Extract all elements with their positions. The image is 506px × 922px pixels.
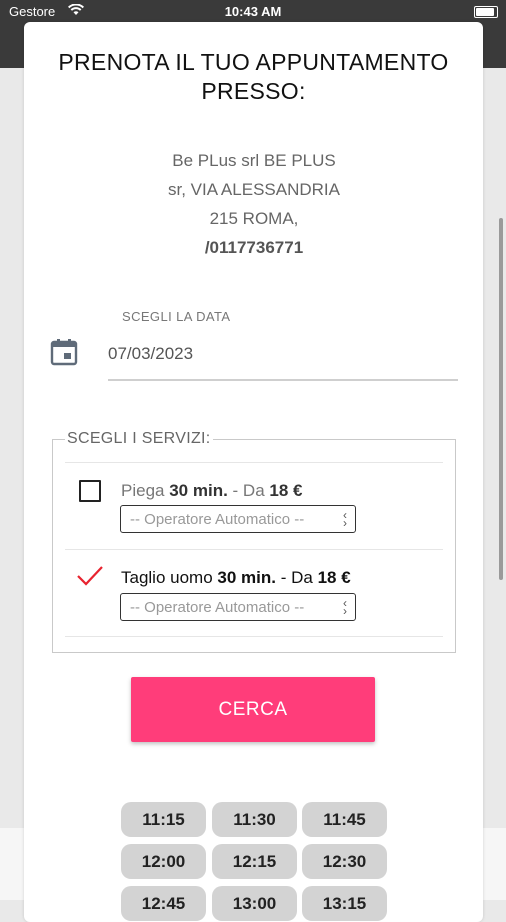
service-duration: 30 min.: [169, 481, 228, 500]
operator-select-value: -- Operatore Automatico --: [130, 511, 305, 528]
select-chevron-icon: ‹ ›: [343, 508, 347, 530]
service-row-taglio-uomo: Taglio uomo 30 min. - Da 18 € -- Operato…: [53, 550, 455, 638]
time-slot[interactable]: 13:00: [212, 886, 297, 921]
shop-address: Be PLus srl BE PLUS sr, VIA ALESSANDRIA …: [124, 146, 384, 262]
operator-select-value: -- Operatore Automatico --: [130, 599, 305, 616]
time-slot[interactable]: 12:15: [212, 844, 297, 879]
status-bar: Gestore 10:43 AM: [0, 0, 506, 24]
divider: [65, 636, 443, 637]
time-slot[interactable]: 12:00: [121, 844, 206, 879]
calendar-icon[interactable]: [49, 337, 79, 367]
time-slot[interactable]: 12:30: [302, 844, 387, 879]
address-line: Be PLus srl BE PLUS: [172, 151, 336, 170]
operator-select-taglio-uomo[interactable]: -- Operatore Automatico -- ‹ ›: [120, 593, 356, 621]
service-row-piega: Piega 30 min. - Da 18 € -- Operatore Aut…: [53, 463, 455, 551]
address-line: sr, VIA ALESSANDRIA: [168, 180, 340, 199]
time-slot[interactable]: 12:45: [121, 886, 206, 921]
time-slot[interactable]: 11:45: [302, 802, 387, 837]
shop-phone: /0117736771: [204, 238, 304, 257]
booking-modal: PRENOTA IL TUO APPUNTAMENTO PRESSO: Be P…: [24, 22, 483, 922]
service-price-prefix: - Da: [227, 481, 270, 500]
service-duration: 30 min.: [217, 568, 276, 587]
address-line: 215 ROMA,: [209, 209, 299, 228]
booking-title: PRENOTA IL TUO APPUNTAMENTO PRESSO:: [58, 49, 449, 104]
date-input-underline: [108, 379, 458, 381]
time-slot[interactable]: 11:15: [121, 802, 206, 837]
battery-icon: [474, 6, 498, 18]
operator-select-piega[interactable]: -- Operatore Automatico -- ‹ ›: [120, 505, 356, 533]
service-label-taglio-uomo: Taglio uomo 30 min. - Da 18 €: [121, 568, 351, 588]
date-label: SCEGLI LA DATA: [122, 309, 231, 324]
checkmark-icon[interactable]: [75, 564, 105, 588]
service-label-piega: Piega 30 min. - Da 18 €: [121, 481, 302, 501]
time-slot[interactable]: 13:15: [302, 886, 387, 921]
date-input[interactable]: 07/03/2023: [108, 344, 193, 364]
service-price: 18 €: [317, 568, 351, 587]
service-price-prefix: - Da: [276, 568, 318, 587]
status-time: 10:43 AM: [224, 4, 282, 19]
service-name: Piega: [121, 481, 165, 500]
search-button[interactable]: CERCA: [131, 677, 375, 742]
select-chevron-icon: ‹ ›: [343, 596, 347, 618]
scrollbar[interactable]: [499, 218, 503, 580]
service-price: 18 €: [269, 481, 303, 500]
services-legend: SCEGLI I SERVIZI:: [65, 430, 213, 448]
service-name: Taglio uomo: [121, 568, 213, 587]
time-slot[interactable]: 11:30: [212, 802, 297, 837]
service-checkbox-piega[interactable]: [79, 480, 101, 502]
services-fieldset: SCEGLI I SERVIZI: Piega 30 min. - Da 18 …: [52, 430, 456, 653]
